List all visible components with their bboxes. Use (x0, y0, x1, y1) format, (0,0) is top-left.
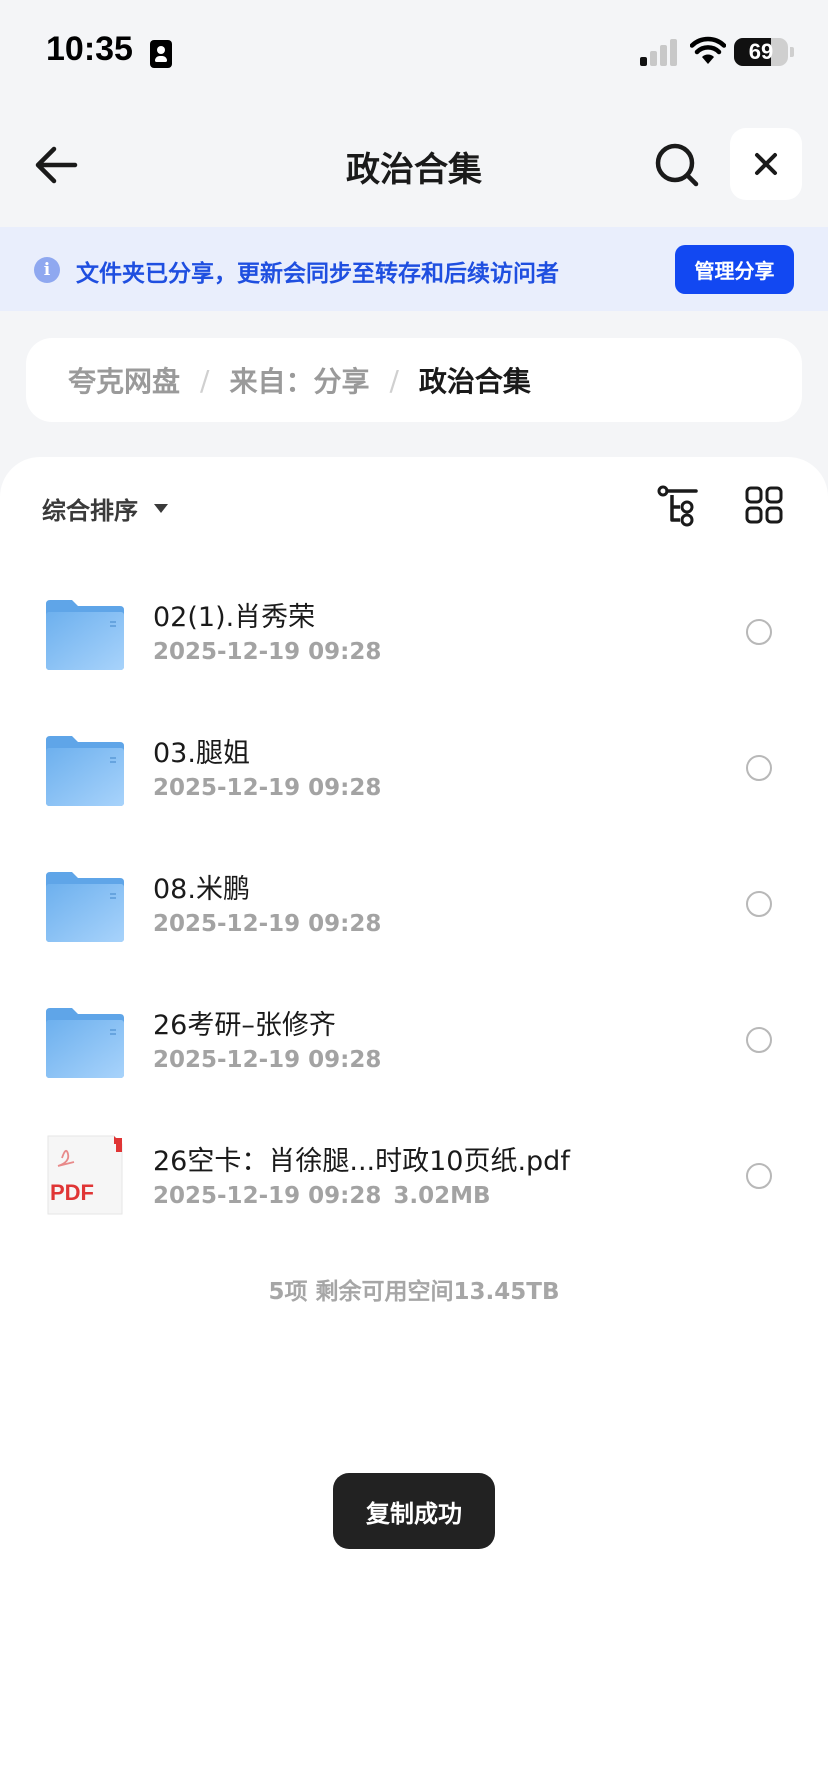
file-row[interactable]: PDF 26空卡：肖徐腿...时政10页纸.pdf 2025-12-19 09:… (0, 1109, 828, 1245)
battery-level: 69 (748, 39, 774, 64)
info-icon: i (34, 257, 60, 283)
share-notice-banner: i 文件夹已分享，更新会同步至转存和后续访问者 管理分享 (0, 227, 828, 311)
sort-dropdown[interactable]: 综合排序 (42, 491, 168, 526)
person-badge-icon (150, 40, 172, 68)
file-row[interactable]: 08.米鹏 2025-12-19 09:28 (0, 837, 828, 973)
select-checkbox[interactable] (746, 1163, 772, 1189)
file-meta: 2025-12-19 09:28 (153, 639, 381, 665)
select-checkbox[interactable] (746, 1027, 772, 1053)
file-date: 2025-12-19 09:28 (153, 639, 382, 665)
search-icon[interactable] (650, 138, 704, 192)
select-checkbox[interactable] (746, 619, 772, 645)
battery-cap (790, 47, 794, 57)
file-name: 26考研–张修齐 (153, 1010, 336, 1041)
grid-view-icon[interactable] (744, 485, 784, 525)
manage-share-button[interactable]: 管理分享 (675, 245, 794, 294)
file-row[interactable]: 02(1).肖秀荣 2025-12-19 09:28 (0, 565, 828, 701)
file-row[interactable]: 26考研–张修齐 2025-12-19 09:28 (0, 973, 828, 1109)
file-date: 2025-12-19 09:28 (153, 1047, 382, 1073)
file-name: 02(1).肖秀荣 (153, 602, 316, 633)
breadcrumb-item-root[interactable]: 夸克网盘 (68, 360, 180, 400)
select-checkbox[interactable] (746, 755, 772, 781)
file-meta: 2025-12-19 09:28 (153, 911, 381, 937)
file-panel: 综合排序 02(1).肖秀荣 2025-12-19 09:28 03.腿姐 20… (0, 457, 828, 1792)
pdf-file-icon: PDF (47, 1135, 123, 1215)
folder-icon (46, 1008, 124, 1078)
file-meta: 2025-12-19 09:28 3.02MB (153, 1183, 491, 1209)
breadcrumb-separator: / (389, 363, 399, 397)
breadcrumb-item-current: 政治合集 (418, 365, 531, 398)
file-name: 26空卡：肖徐腿...时政10页纸.pdf (153, 1146, 570, 1177)
folder-icon (46, 600, 124, 670)
status-time: 10:35 (46, 30, 133, 68)
cellular-signal-icon (640, 38, 680, 66)
storage-summary: 5项 剩余可用空间13.45TB (268, 1279, 560, 1305)
file-date: 2025-12-19 09:28 (153, 1183, 382, 1209)
caret-down-icon (154, 504, 168, 513)
wifi-icon (690, 36, 726, 64)
sort-label: 综合排序 (42, 497, 138, 525)
select-checkbox[interactable] (746, 891, 772, 917)
file-list: 02(1).肖秀荣 2025-12-19 09:28 03.腿姐 2025-12… (0, 565, 828, 1245)
breadcrumb-item-share[interactable]: 来自：分享 (229, 360, 369, 400)
file-meta: 2025-12-19 09:28 (153, 775, 381, 801)
file-size: 3.02MB (393, 1183, 491, 1209)
breadcrumb-separator: / (200, 363, 210, 397)
toast-message: 复制成功 (333, 1473, 495, 1549)
file-meta: 2025-12-19 09:28 (153, 1047, 381, 1073)
close-button[interactable] (730, 128, 802, 200)
file-date: 2025-12-19 09:28 (153, 775, 382, 801)
battery-icon: 69 (734, 38, 788, 66)
file-name: 08.米鹏 (153, 874, 250, 905)
close-icon (755, 153, 777, 175)
tree-view-icon[interactable] (656, 483, 702, 529)
breadcrumb: 夸克网盘 / 来自：分享 / 政治合集 (26, 338, 802, 422)
file-name: 03.腿姐 (153, 738, 250, 769)
folder-icon (46, 736, 124, 806)
header: 政治合集 (0, 120, 828, 210)
status-bar: 10:35 69 (0, 0, 828, 100)
file-date: 2025-12-19 09:28 (153, 911, 382, 937)
pdf-badge: PDF (50, 1180, 94, 1205)
file-row[interactable]: 03.腿姐 2025-12-19 09:28 (0, 701, 828, 837)
folder-icon (46, 872, 124, 942)
notice-text: 文件夹已分享，更新会同步至转存和后续访问者 (76, 261, 559, 287)
